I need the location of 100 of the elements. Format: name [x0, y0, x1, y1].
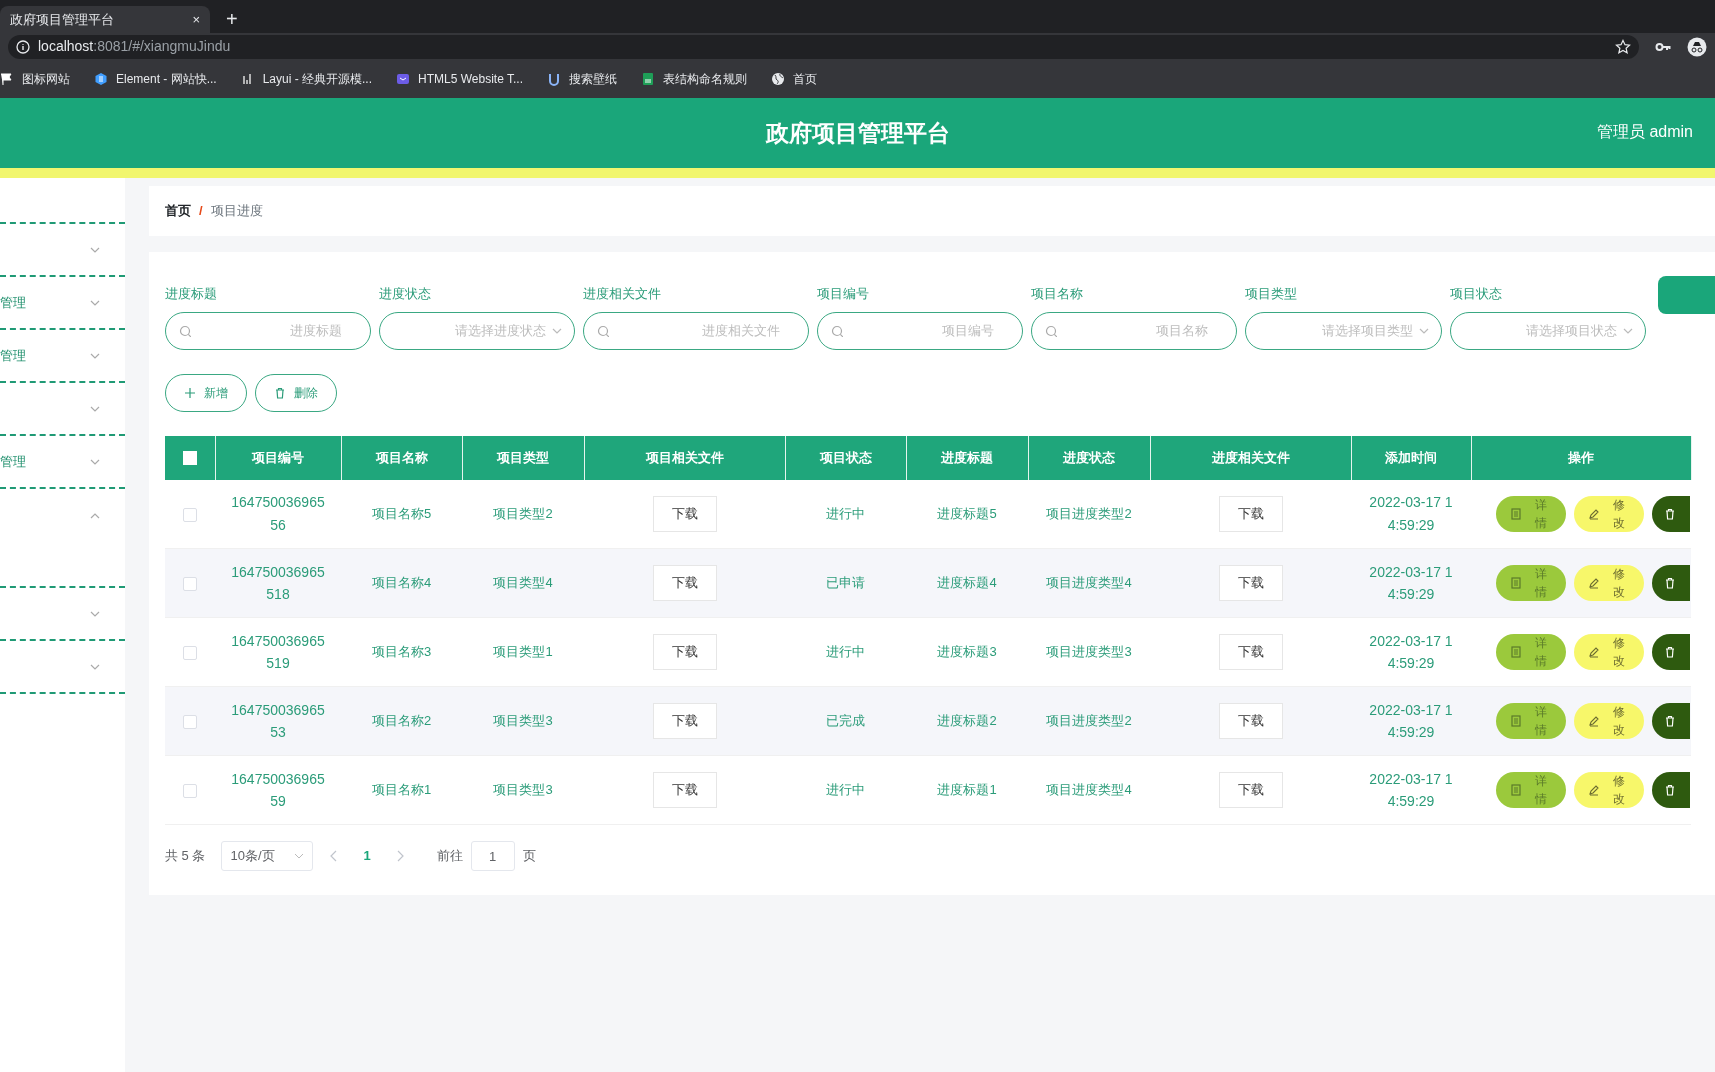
- bookmark-item[interactable]: HTML5 Website T...: [396, 70, 523, 88]
- page-size-select[interactable]: 10条/页: [221, 841, 314, 871]
- bookmark-item[interactable]: Layui - 经典开源模...: [240, 70, 373, 88]
- edit-button[interactable]: 修改: [1574, 495, 1644, 532]
- column-header: 进度相关文件: [1150, 435, 1351, 480]
- download-button[interactable]: 下载: [1218, 495, 1283, 532]
- column-header: 操作: [1471, 435, 1691, 480]
- select-field[interactable]: 请选择项目状态: [1450, 311, 1646, 350]
- goto-label: 前往: [436, 847, 463, 866]
- filter-label: 进度相关文件: [583, 285, 662, 303]
- breadcrumb-separator: /: [199, 202, 203, 221]
- table-cell: 进行中: [826, 782, 865, 798]
- table-cell-text: 16475003696553: [230, 700, 326, 742]
- add-button[interactable]: 新增: [165, 373, 247, 412]
- breadcrumb-item[interactable]: 首页: [165, 201, 191, 221]
- table-cell: 项目进度类型4: [1046, 575, 1132, 591]
- filter-label: 项目状态: [1450, 285, 1503, 303]
- tab-close-button[interactable]: ×: [192, 9, 200, 30]
- column-header: 项目名称: [341, 435, 462, 480]
- table-cell: 项目名称5: [371, 506, 432, 521]
- filter-label: 进度标题: [165, 285, 218, 303]
- table-cell-text: 164750036965518: [230, 562, 326, 604]
- table-cell: 项目进度类型2: [1046, 713, 1132, 729]
- table-cell: 已完成: [826, 713, 865, 729]
- sidebar-item[interactable]: 管理: [0, 277, 125, 330]
- address-bar[interactable]: localhost:8081/#/xiangmuJindu: [8, 34, 1639, 59]
- sidebar-item[interactable]: 管理: [0, 330, 125, 383]
- column-header: 项目相关文件: [584, 435, 785, 480]
- download-button[interactable]: 下载: [1218, 772, 1283, 808]
- column-header: 添加时间: [1351, 435, 1471, 480]
- column-header: 进度标题: [906, 435, 1028, 480]
- filter-label: 项目类型: [1245, 285, 1298, 303]
- table-cell: 项目进度类型3: [1046, 644, 1132, 660]
- filter-label: 进度状态: [379, 285, 432, 303]
- search-field[interactable]: 项目编号: [817, 311, 1023, 350]
- table-cell-text: 2022-03-17 14:59:29: [1368, 562, 1454, 604]
- table-cell: 项目类型4: [493, 575, 553, 591]
- tab-title[interactable]: 政府项目管理平台: [10, 9, 114, 30]
- download-button[interactable]: 下载: [1218, 634, 1283, 670]
- table-cell: 项目进度类型2: [1046, 506, 1132, 521]
- table-cell: 进度标题5: [937, 506, 997, 521]
- table-cell: 项目名称1: [371, 782, 432, 798]
- page-suffix: 页: [522, 847, 536, 866]
- filter-label: 项目编号: [817, 285, 870, 303]
- app-title: 政府项目管理平台: [765, 118, 950, 148]
- edit-button[interactable]: 修改: [1574, 703, 1644, 739]
- table-cell-text: 164750036965519: [230, 631, 326, 673]
- edit-button[interactable]: 修改: [1574, 772, 1644, 808]
- table-cell: 进度标题3: [937, 644, 997, 660]
- new-tab-button[interactable]: +: [226, 4, 238, 34]
- column-header: 项目编号: [215, 435, 341, 480]
- download-button[interactable]: 下载: [652, 703, 717, 739]
- filter-label: 项目名称: [1031, 285, 1084, 303]
- table-cell: 进行中: [826, 644, 865, 660]
- column-header: 项目状态: [785, 435, 906, 480]
- table-cell: 项目名称4: [371, 575, 432, 591]
- table-cell: 项目名称3: [371, 644, 432, 660]
- bookmark-item[interactable]: 表结构命名规则: [641, 70, 747, 88]
- download-button[interactable]: 下载: [652, 565, 717, 601]
- select-field[interactable]: 请选择项目类型: [1245, 311, 1442, 350]
- total-count: 共 5 条: [165, 847, 206, 866]
- search-field[interactable]: 进度标题: [165, 311, 371, 350]
- table-cell: 项目类型3: [493, 782, 553, 798]
- page-input[interactable]: 1: [470, 841, 515, 871]
- table-cell: 项目类型1: [493, 644, 553, 660]
- table-cell: 进度标题1: [937, 782, 997, 798]
- download-button[interactable]: 下载: [1218, 703, 1283, 739]
- table-cell-text: 2022-03-17 14:59:29: [1368, 631, 1454, 673]
- column-header: 进度状态: [1028, 435, 1150, 480]
- table-cell: 项目类型3: [493, 713, 553, 729]
- download-button[interactable]: 下载: [1218, 565, 1283, 601]
- table-cell: 进度标题4: [937, 575, 997, 591]
- table-cell-text: 2022-03-17 14:59:29: [1368, 493, 1454, 535]
- download-button[interactable]: 下载: [652, 634, 717, 670]
- table-cell-text: 16475003696556: [230, 493, 326, 535]
- bookmark-item[interactable]: Element - 网站快...: [94, 70, 217, 88]
- table-cell: 项目类型2: [493, 506, 553, 521]
- address-text: localhost:8081/#/xiangmuJindu: [38, 37, 231, 56]
- search-field[interactable]: 项目名称: [1031, 311, 1237, 350]
- table-cell: 进度标题2: [937, 713, 997, 729]
- download-button[interactable]: 下载: [652, 495, 717, 532]
- table-cell-text: 2022-03-17 14:59:29: [1368, 700, 1454, 742]
- table-cell-text: 16475003696559: [230, 769, 326, 811]
- delete-button[interactable]: 删除: [255, 373, 337, 412]
- table-cell: 进行中: [826, 506, 865, 521]
- table-cell: 项目进度类型4: [1046, 782, 1132, 798]
- bookmark-item[interactable]: 图标网站: [0, 70, 70, 88]
- bookmark-item[interactable]: 首页: [771, 70, 817, 88]
- breadcrumb-item: 项目进度: [210, 202, 263, 221]
- edit-button[interactable]: 修改: [1574, 634, 1644, 670]
- edit-button[interactable]: 修改: [1574, 565, 1644, 601]
- bookmark-item[interactable]: 搜索壁纸: [547, 70, 617, 88]
- sidebar-item[interactable]: 管理: [0, 436, 125, 489]
- table-cell: 已申请: [826, 575, 865, 591]
- table-cell: 项目名称2: [371, 713, 432, 729]
- download-button[interactable]: 下载: [652, 772, 717, 808]
- search-field[interactable]: 进度相关文件: [583, 311, 809, 350]
- column-header: 项目类型: [462, 435, 584, 480]
- table-cell-text: 2022-03-17 14:59:29: [1368, 769, 1454, 811]
- select-field[interactable]: 请选择进度状态: [379, 311, 575, 350]
